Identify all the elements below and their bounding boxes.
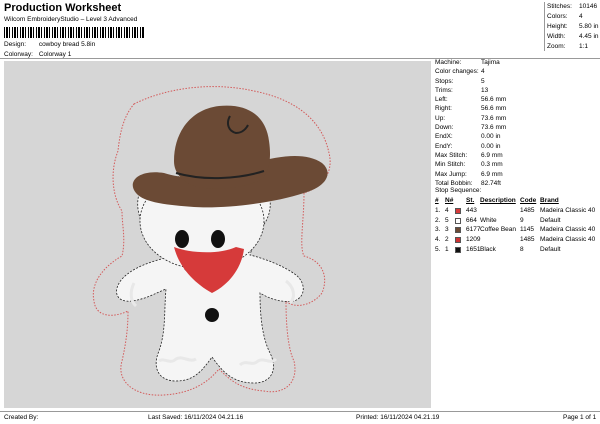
spec-endx: EndX: 0.00 in: [435, 133, 501, 141]
stop-description: White: [480, 216, 497, 224]
left-eye: [175, 230, 189, 248]
colorway-value: Colorway 1: [38, 51, 72, 58]
stop-num: 4.: [435, 236, 441, 244]
spec-right: Right: 56.6 mm: [435, 105, 507, 113]
col-n: N#: [445, 197, 454, 204]
stop-stitches: 6177: [466, 226, 481, 234]
colorway-row: Colorway: Colorway 1: [4, 51, 71, 58]
spec-left: Left: 56.6 mm: [435, 96, 507, 104]
stop-num: 5.: [435, 245, 441, 253]
spec-max-jump: Max Jump: 6.9 mm: [435, 170, 503, 178]
stop-needle: 2: [445, 236, 449, 244]
stat-width: Width: 4.45 in: [547, 33, 599, 40]
right-eye: [211, 230, 225, 248]
col-st: St.: [466, 197, 475, 204]
stop-brand: Madeira Classic 40: [540, 236, 596, 244]
stop-num: 2.: [435, 216, 441, 224]
spec-trims: Trims: 13: [435, 86, 489, 94]
stat-height: Height: 5.80 in: [547, 23, 599, 30]
stat-colors: Colors: 4: [547, 13, 583, 20]
spec-min-stitch: Min Stitch: 0.3 mm: [435, 161, 503, 169]
stop-sequence: Stop Sequence: # N# St. Description Code…: [433, 186, 600, 255]
stop-sequence-header: # N# St. Description Code Brand: [433, 196, 600, 206]
thread-color-swatch: [455, 246, 461, 253]
stop-brand: Default: [540, 245, 561, 253]
stop-brand: Default: [540, 216, 561, 224]
col-brand: Brand: [540, 197, 559, 204]
colorway-label: Colorway:: [4, 51, 33, 58]
thread-color-swatch: [455, 217, 461, 224]
spec-up: Up: 73.6 mm: [435, 114, 507, 122]
stop-needle: 4: [445, 206, 449, 214]
footer-page: Page 1 of 1: [563, 414, 597, 421]
spec-color-changes: Color changes: 4: [435, 68, 485, 76]
spec-endy: EndY: 0.00 in: [435, 142, 501, 150]
design-stats: Stitches: 10146 Colors: 4 Height: 5.80 in W…: [544, 2, 600, 51]
stop-row: 4. 2 1209 1485 Madeira Classic 40: [433, 235, 600, 245]
stat-stitches: Stitches: 10146: [547, 3, 598, 10]
stop-stitches: 1651: [466, 245, 481, 253]
spec-down: Down: 73.6 mm: [435, 124, 507, 132]
stop-num: 3.: [435, 226, 441, 234]
stop-needle: 1: [445, 245, 449, 253]
thread-color-swatch: [455, 207, 461, 214]
design-value: cowboy bread 5.8in: [38, 41, 96, 48]
spec-stops: Stops: 5: [435, 77, 485, 85]
software-name: Wilcom EmbroideryStudio – Level 3 Advanc…: [4, 16, 138, 23]
stop-brand: Madeira Classic 40: [540, 226, 596, 234]
design-label: Design:: [4, 41, 27, 48]
footer-last-saved: Last Saved: 16/11/2024 04.21.16: [148, 414, 244, 421]
stop-code: 1485: [520, 236, 535, 244]
stop-code: 8: [520, 245, 524, 253]
footer: Created By: Last Saved: 16/11/2024 04.21…: [0, 411, 600, 424]
body-button: [205, 308, 219, 322]
stop-needle: 3: [445, 226, 449, 234]
col-description: Description: [480, 197, 516, 204]
worksheet-title: Production Worksheet: [4, 2, 122, 14]
stop-row: 1. 4 443 1485 Madeira Classic 40: [433, 206, 600, 216]
stop-sequence-title: Stop Sequence:: [435, 187, 482, 194]
stop-row: 3. 3 6177 Coffee Bean 1145 Madeira Classic 40: [433, 225, 600, 235]
stop-code: 1145: [520, 226, 534, 234]
barcode: [4, 27, 144, 38]
stop-stitches: 443: [466, 206, 477, 214]
thread-color-swatch: [455, 227, 461, 234]
machine-specs: Machine: Tajima Color changes: 4 Stops: 5 T…: [433, 58, 600, 188]
col-num: #: [435, 197, 439, 204]
design-row: Design: cowboy bread 5.8in: [4, 41, 95, 48]
stop-description: Black: [480, 245, 496, 253]
col-code: Code: [520, 197, 537, 204]
stop-num: 1.: [435, 206, 441, 214]
footer-printed: Printed: 16/11/2024 04.21.19: [356, 414, 440, 421]
stop-row: 5. 1 1651 Black 8 Default: [433, 245, 600, 255]
stop-brand: Madeira Classic 40: [540, 206, 596, 214]
stop-needle: 5: [445, 216, 449, 224]
stop-description: Coffee Bean: [480, 226, 517, 234]
footer-created-by: Created By:: [4, 414, 39, 421]
design-preview: [4, 61, 431, 408]
embroidery-preview: [92, 86, 331, 396]
stop-code: 9: [520, 216, 524, 224]
stat-zoom: Zoom: 1:1: [547, 43, 589, 50]
spec-max-stitch: Max Stitch: 6.9 mm: [435, 151, 503, 159]
stop-row: 2. 5 664 White 9 Default: [433, 216, 600, 226]
stop-stitches: 664: [466, 216, 477, 224]
spec-machine: Machine: Tajima: [435, 59, 500, 66]
stop-code: 1485: [520, 206, 535, 214]
stop-stitches: 1209: [466, 236, 481, 244]
thread-color-swatch: [455, 237, 461, 244]
